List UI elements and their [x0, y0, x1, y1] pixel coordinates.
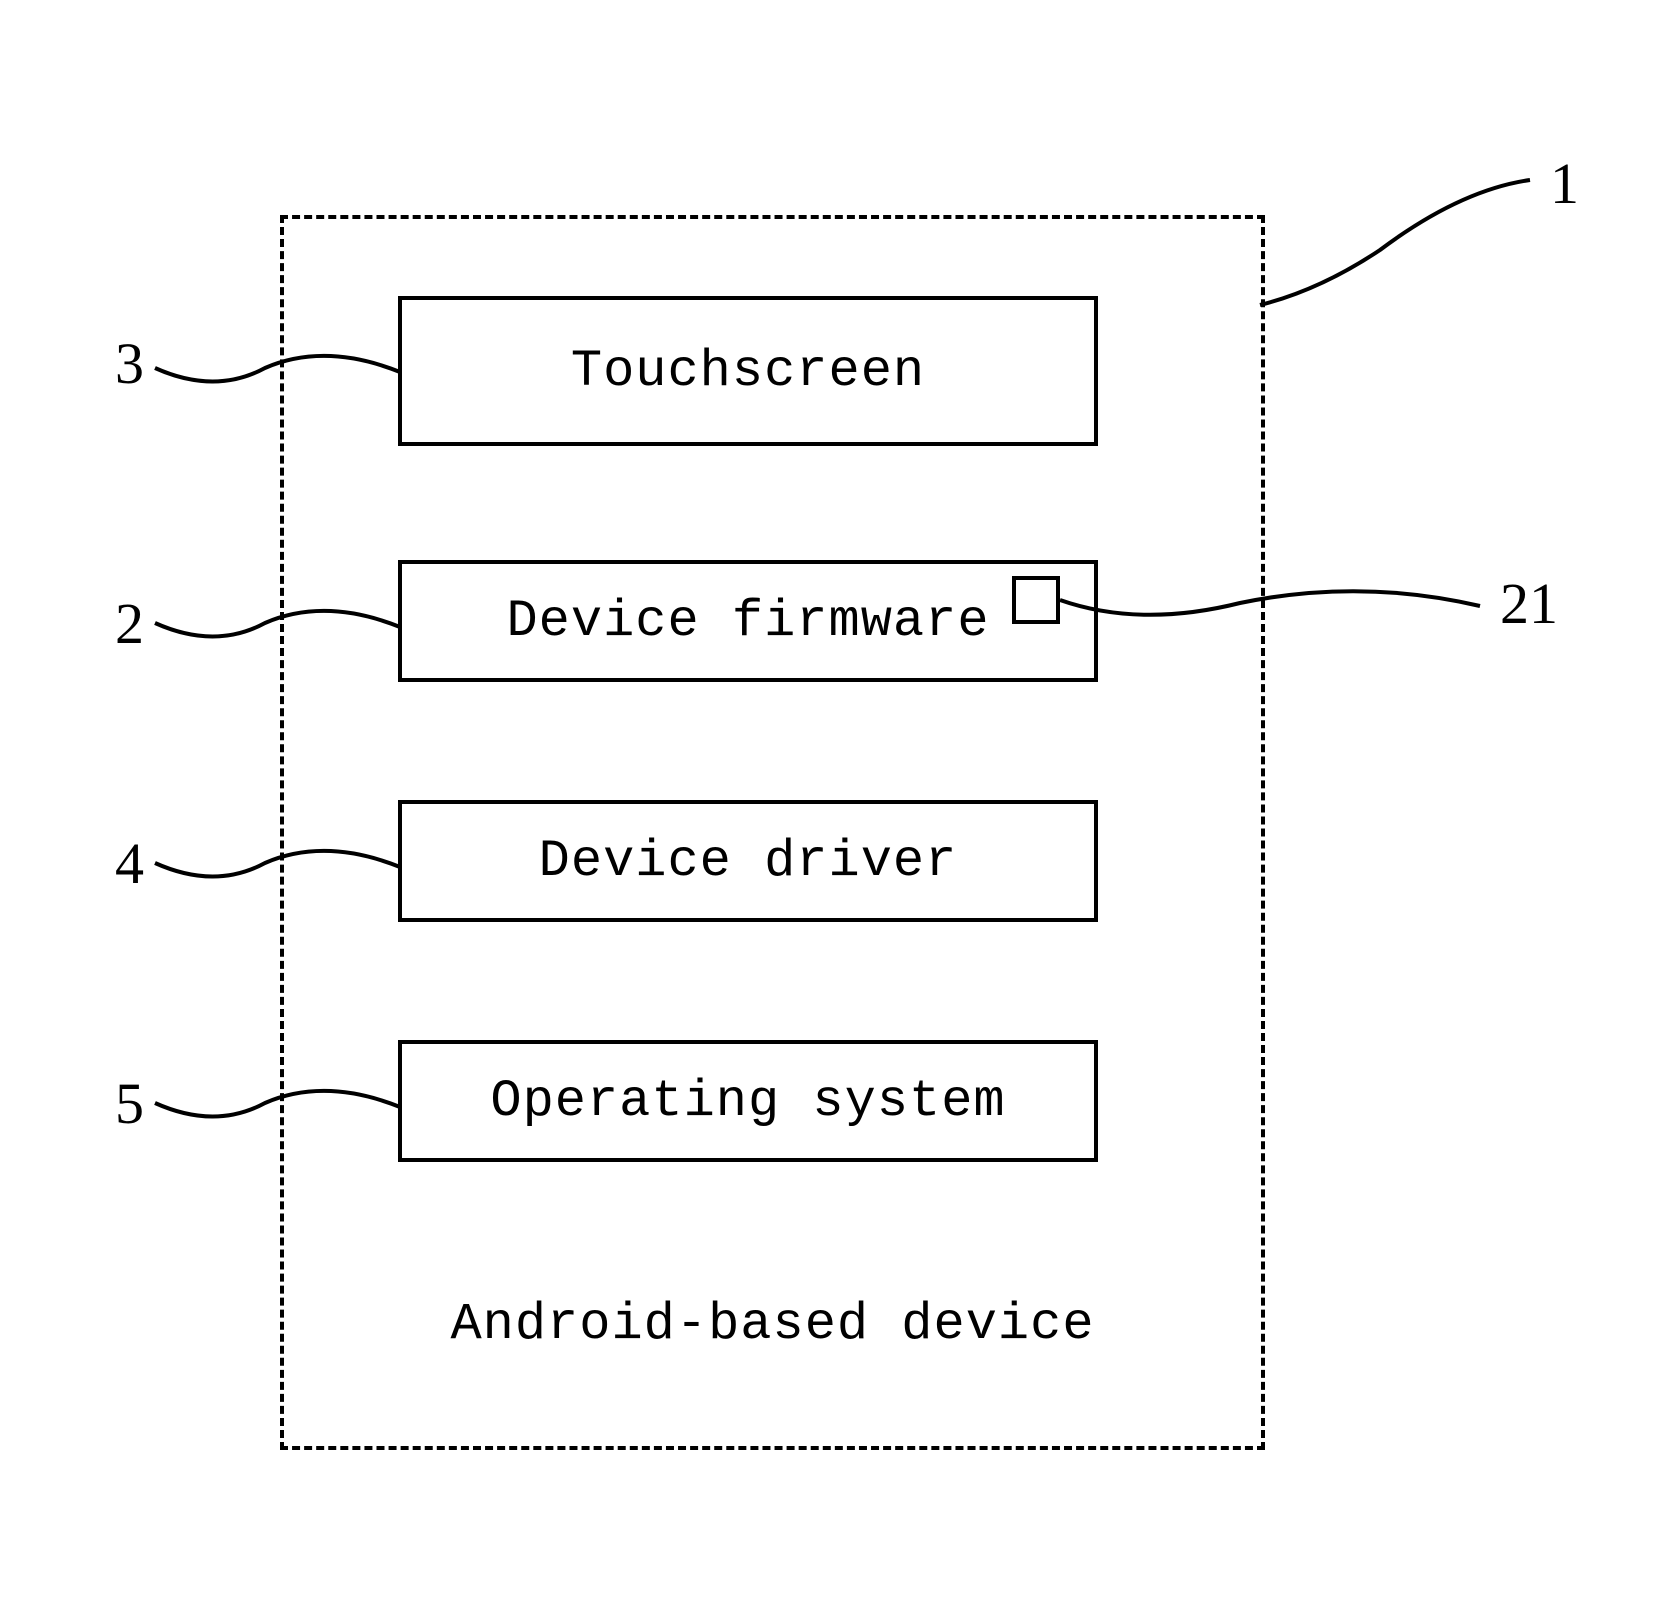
- diagram-root: Touchscreen Device firmware Device drive…: [0, 0, 1679, 1624]
- ref-5: 5: [115, 1070, 144, 1137]
- leader-line-1: [1260, 170, 1550, 320]
- ref-21: 21: [1500, 570, 1558, 637]
- box-driver-label: Device driver: [539, 832, 958, 891]
- box-operating-system: Operating system: [398, 1040, 1098, 1162]
- firmware-inner-square: [1012, 576, 1060, 624]
- ref-2: 2: [115, 590, 144, 657]
- box-device-firmware: Device firmware: [398, 560, 1098, 682]
- box-touchscreen-label: Touchscreen: [571, 342, 925, 401]
- ref-4: 4: [115, 830, 144, 897]
- box-firmware-label: Device firmware: [506, 592, 989, 651]
- ref-3: 3: [115, 330, 144, 397]
- box-touchscreen: Touchscreen: [398, 296, 1098, 446]
- box-device-driver: Device driver: [398, 800, 1098, 922]
- ref-1: 1: [1550, 150, 1579, 217]
- outer-box-label: Android-based device: [280, 1295, 1265, 1354]
- box-os-label: Operating system: [490, 1072, 1005, 1131]
